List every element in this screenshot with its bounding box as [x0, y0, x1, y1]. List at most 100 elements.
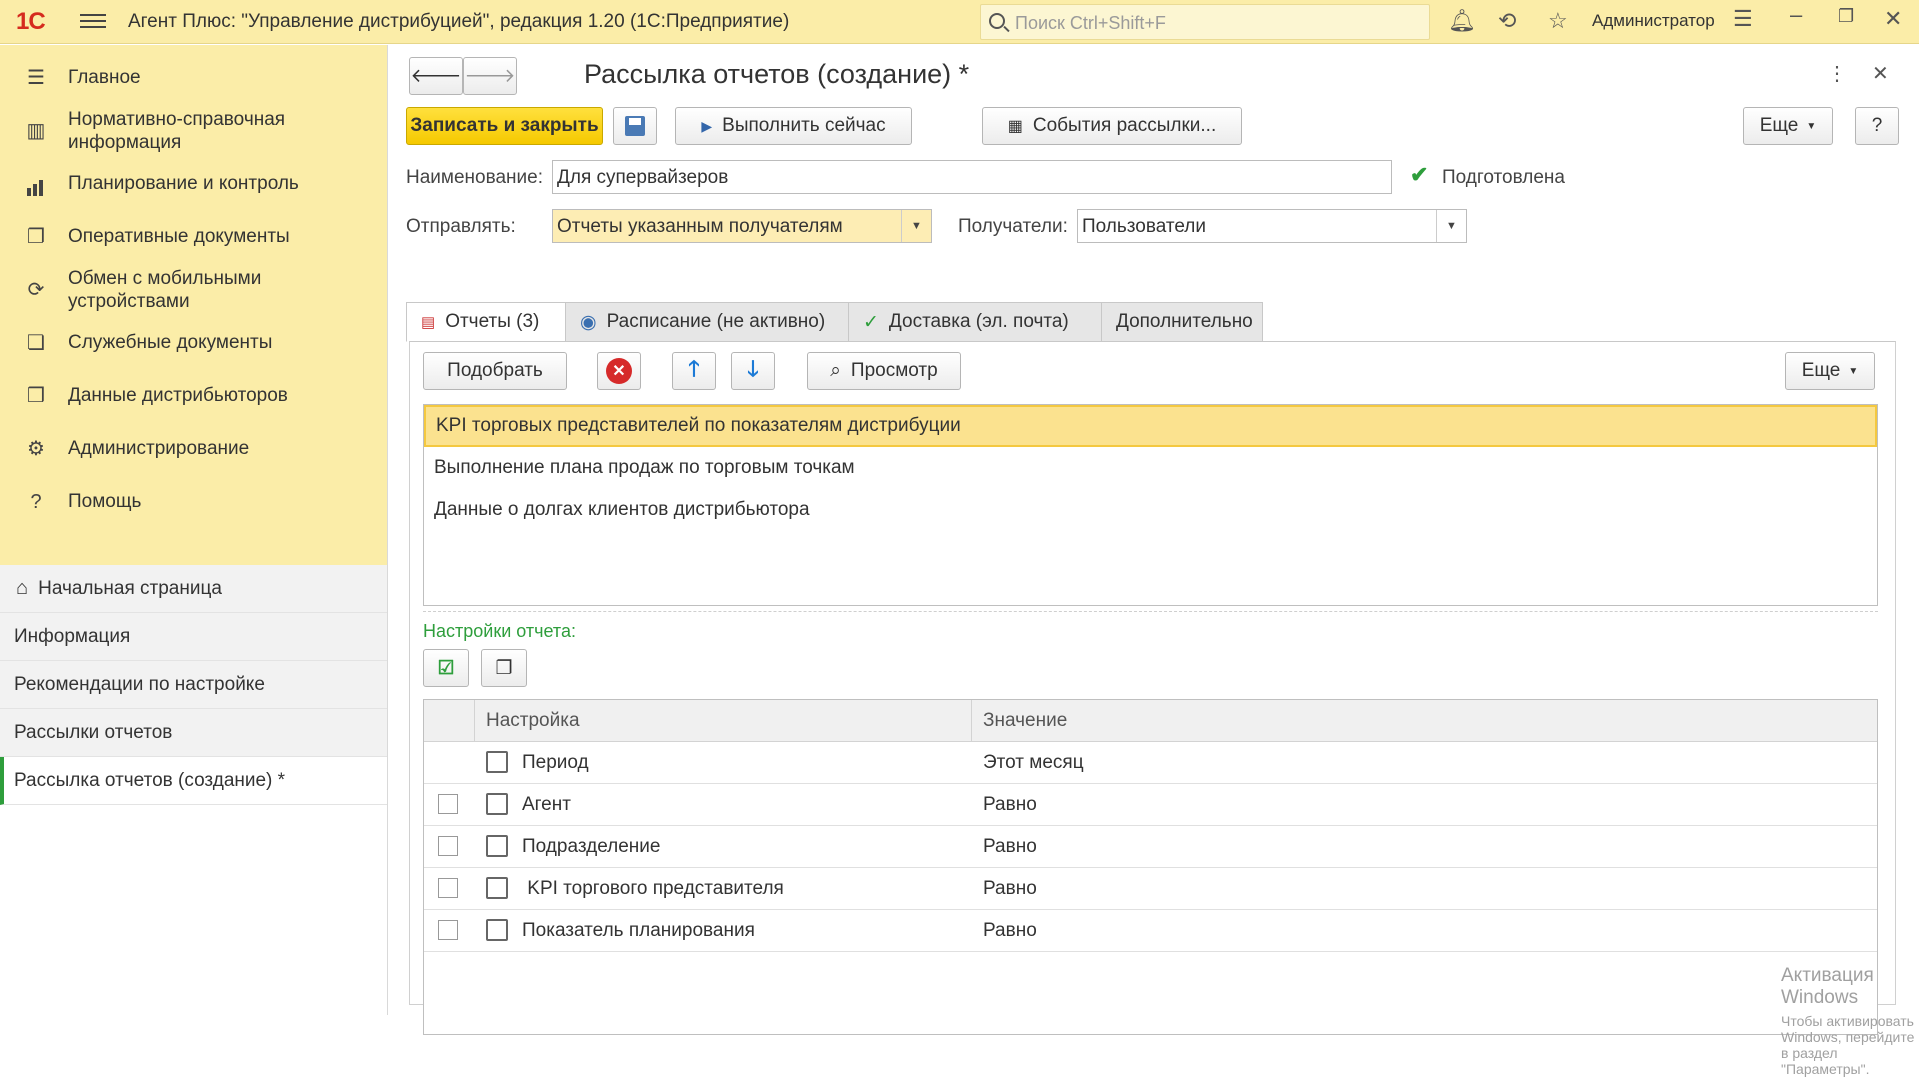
check-all-button[interactable]: ☑: [423, 649, 469, 687]
window-title: Агент Плюс: "Управление дистрибуцией", р…: [128, 11, 790, 32]
open-window-report-mailings[interactable]: Рассылки отчетов: [0, 709, 387, 757]
mailing-events-button[interactable]: ▦ События рассылки...: [982, 107, 1242, 145]
arrow-down-icon: 🡓: [747, 356, 759, 381]
save-close-button[interactable]: Записать и закрыть: [406, 107, 603, 145]
table-row[interactable]: Агент Равно: [424, 784, 1877, 826]
close-window-icon[interactable]: ✕: [1884, 6, 1902, 32]
recipients-select[interactable]: Пользователи ▼: [1077, 209, 1467, 243]
send-select[interactable]: Отчеты указанным получателям ▼: [552, 209, 932, 243]
magnifier-icon: ⌕: [830, 360, 841, 381]
globe-icon: ◉: [580, 311, 597, 333]
sidebar-item-main[interactable]: ☰ Главное: [0, 51, 387, 104]
close-form-icon[interactable]: ✕: [1872, 61, 1889, 86]
open-window-home[interactable]: ⌂ Начальная страница: [0, 565, 387, 613]
row-checkbox[interactable]: [438, 794, 458, 814]
page-title: Рассылка отчетов (создание) *: [584, 59, 970, 89]
more-actions-icon[interactable]: ⋮: [1827, 61, 1847, 86]
tab-delivery[interactable]: ✓ Доставка (эл. почта): [848, 302, 1102, 342]
sync-icon: ⟳: [27, 278, 45, 301]
chevron-down-icon: ▼: [1848, 365, 1859, 377]
preview-button[interactable]: ⌕ Просмотр: [807, 352, 961, 390]
chart-icon: [24, 173, 48, 196]
events-icon: ▦: [1007, 118, 1023, 135]
run-now-button[interactable]: ▶ Выполнить сейчас: [675, 107, 912, 145]
pick-button[interactable]: Подобрать: [423, 352, 567, 390]
open-window-current[interactable]: Рассылка отчетов (создание) *: [0, 757, 387, 805]
menu-icon: ☰: [27, 66, 45, 89]
name-label: Наименование:: [406, 167, 543, 188]
sidebar-item-reference[interactable]: ▥ Нормативно-справочная информация: [0, 104, 387, 157]
table-row[interactable]: KPI торгового представителя Равно: [424, 868, 1877, 910]
restore-icon[interactable]: ❐: [1838, 6, 1854, 27]
prepared-checkbox[interactable]: ✔: [1410, 162, 1430, 187]
forward-button[interactable]: 🡒: [463, 57, 517, 95]
dropdown-icon[interactable]: ▼: [901, 210, 931, 242]
chevron-down-icon: ▼: [1806, 120, 1817, 132]
delete-button[interactable]: ✕: [597, 352, 641, 390]
column-header-value: Значение: [983, 710, 1068, 731]
bell-icon[interactable]: 🔔︎: [1448, 8, 1476, 34]
settings-heading: Настройки отчета:: [423, 621, 576, 641]
row-checkbox[interactable]: [438, 920, 458, 940]
table-row[interactable]: Показатель планирования Равно: [424, 910, 1877, 952]
open-window-recommendations[interactable]: Рекомендации по настройке: [0, 661, 387, 709]
documents-icon: ❐: [27, 225, 45, 248]
distributor-icon: ❒: [27, 384, 45, 407]
row-checkbox[interactable]: [438, 836, 458, 856]
recipients-label: Получатели:: [958, 216, 1068, 237]
move-down-button[interactable]: 🡓: [731, 352, 775, 390]
help-button[interactable]: ?: [1855, 107, 1899, 145]
settings-menu-icon[interactable]: ☰: [1733, 6, 1753, 32]
sidebar-item-help[interactable]: ? Помощь: [0, 475, 387, 528]
filter-icon: [486, 877, 508, 899]
name-field[interactable]: Для супервайзеров: [552, 160, 1392, 194]
reports-list: KPI торговых представителей по показател…: [423, 404, 1878, 606]
tab-reports[interactable]: ▤ Отчеты (3): [406, 302, 566, 342]
tab-schedule[interactable]: ◉ Расписание (не активно): [565, 302, 849, 342]
reports-more-button[interactable]: Еще ▼: [1785, 352, 1875, 390]
clipboard-icon: ✓: [863, 311, 879, 333]
sidebar: ☰ Главное ▥ Нормативно-справочная информац…: [0, 45, 388, 1015]
sidebar-item-planning[interactable]: Планирование и контроль: [0, 157, 387, 210]
more-button[interactable]: Еще ▼: [1743, 107, 1833, 145]
divider: [423, 611, 1878, 612]
list-item[interactable]: Выполнение плана продаж по торговым точк…: [424, 447, 1877, 489]
windows-activation-watermark: Активация Windows Чтобы активировать Win…: [1781, 965, 1915, 1077]
row-checkbox[interactable]: [438, 878, 458, 898]
app-logo: 1С: [16, 8, 46, 35]
list-item[interactable]: KPI торговых представителей по показател…: [424, 405, 1877, 447]
sidebar-item-mobile-exchange[interactable]: ⟳ Обмен с мобильными устройствами: [0, 263, 387, 316]
main-menu-icon[interactable]: [80, 10, 106, 34]
filter-icon: [486, 919, 508, 941]
sidebar-item-administration[interactable]: ⚙ Администрирование: [0, 422, 387, 475]
open-window-info[interactable]: Информация: [0, 613, 387, 661]
search-input[interactable]: Поиск Ctrl+Shift+F: [980, 4, 1430, 40]
calendar-icon: [486, 751, 508, 773]
sidebar-item-operational-docs[interactable]: ❐ Оперативные документы: [0, 210, 387, 263]
sections-panel: ☰ Главное ▥ Нормативно-справочная информац…: [0, 45, 387, 565]
current-user[interactable]: Администратор: [1592, 11, 1715, 31]
delete-icon: ✕: [606, 358, 632, 384]
move-up-button[interactable]: 🡑: [672, 352, 716, 390]
filter-icon: [486, 793, 508, 815]
sidebar-item-distributor-data[interactable]: ❒ Данные дистрибьюторов: [0, 369, 387, 422]
send-label: Отправлять:: [406, 216, 516, 237]
checkmark-icon: ✔: [1410, 162, 1429, 187]
sidebar-item-service-docs[interactable]: ❏ Служебные документы: [0, 316, 387, 369]
history-icon[interactable]: ⟲: [1498, 8, 1516, 34]
table-row[interactable]: Подразделение Равно: [424, 826, 1877, 868]
list-item[interactable]: Данные о долгах клиентов дистрибьютора: [424, 489, 1877, 531]
star-icon[interactable]: ☆: [1548, 8, 1568, 34]
report-icon: ▤: [421, 314, 436, 331]
filter-icon: [486, 835, 508, 857]
dropdown-icon[interactable]: ▼: [1436, 210, 1466, 242]
copy-button[interactable]: ❐: [481, 649, 527, 687]
form-area: 🡐 🡒 Рассылка отчетов (создание) * ⋮ ✕ За…: [389, 45, 1919, 1077]
minimize-icon[interactable]: –: [1790, 2, 1802, 28]
table-row[interactable]: Период Этот месяц: [424, 742, 1877, 784]
tab-additional[interactable]: Дополнительно: [1101, 302, 1263, 342]
settings-table: Настройка Значение Период Этот месяц Аге…: [423, 699, 1878, 1035]
save-button[interactable]: [613, 107, 657, 145]
back-button[interactable]: 🡐: [409, 57, 463, 95]
play-icon: ▶: [701, 117, 713, 134]
